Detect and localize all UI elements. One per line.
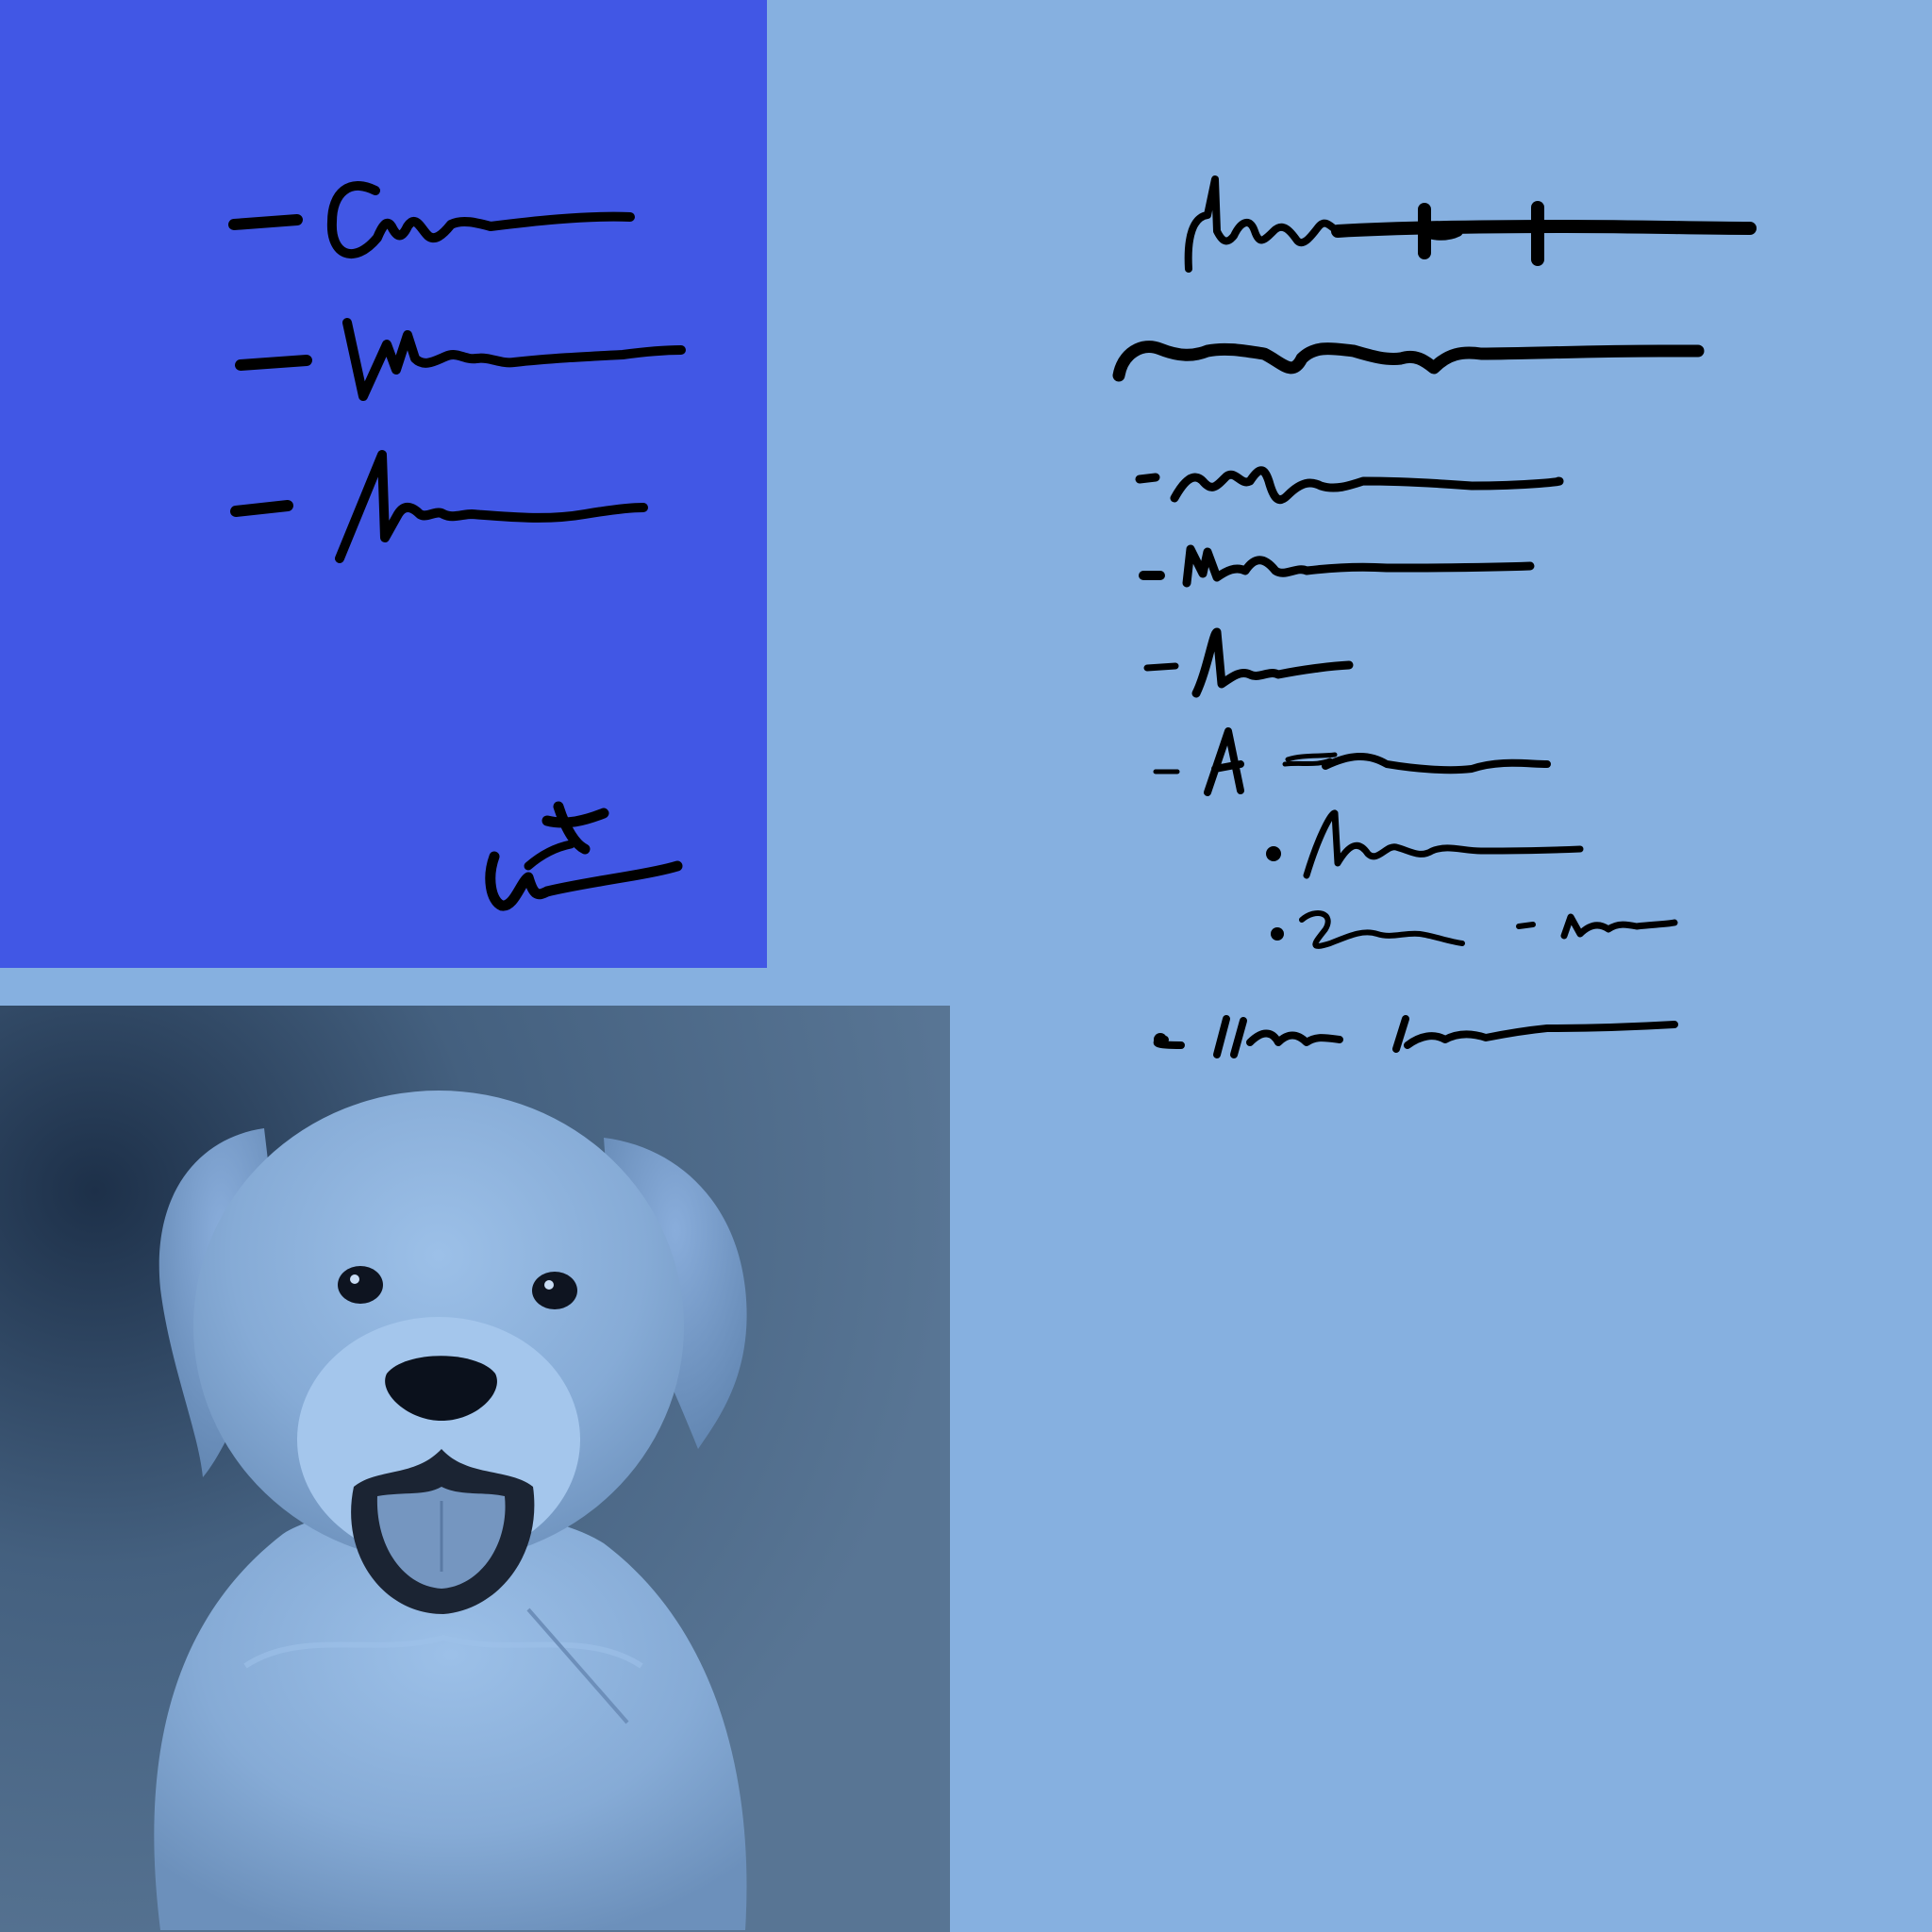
handwritten-notes: [1075, 142, 1792, 1085]
footer-line: [1153, 1015, 1678, 1058]
list-item: [228, 181, 635, 258]
blue-note-card: [0, 0, 767, 968]
signature-mark: [485, 801, 683, 911]
puppy-image: [0, 1006, 950, 1932]
sub-list-item: [1266, 809, 1584, 879]
puppy-photo: [0, 1006, 950, 1932]
list-item: [1139, 544, 1535, 588]
heading-line: [1184, 175, 1341, 273]
list-item: [1135, 466, 1564, 504]
sub-list-item: [1271, 909, 1678, 949]
handwritten-list: [228, 181, 686, 911]
list-item: [1153, 727, 1551, 796]
list-item: [1143, 627, 1354, 698]
notes-scribbles: [1112, 175, 1757, 1058]
list-item: [235, 318, 686, 401]
heading-line: [1112, 341, 1705, 382]
list-item: [230, 450, 648, 563]
